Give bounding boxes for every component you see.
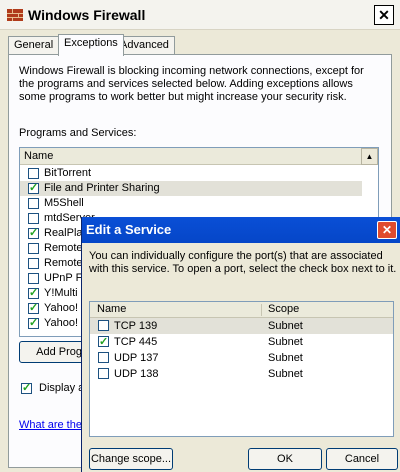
- ports-list-header: Name Scope: [90, 302, 393, 318]
- port-checkbox[interactable]: [98, 334, 109, 350]
- cancel-button[interactable]: Cancel: [326, 448, 398, 470]
- table-row[interactable]: TCP 139 Subnet: [90, 318, 393, 334]
- ports-list[interactable]: Name Scope TCP 139SubnetTCP 445SubnetUDP…: [89, 301, 394, 437]
- program-checkbox[interactable]: [28, 258, 39, 269]
- name-column-header[interactable]: Name: [20, 148, 362, 165]
- dialog-title-bar[interactable]: Edit a Service ✕: [82, 217, 400, 243]
- dialog-title: Edit a Service: [86, 222, 172, 237]
- program-checkbox[interactable]: [28, 226, 39, 241]
- column-divider[interactable]: [261, 304, 262, 316]
- program-checkbox[interactable]: [28, 181, 39, 196]
- port-name: TCP 445: [114, 336, 158, 348]
- port-scope: Subnet: [268, 368, 303, 380]
- display-notification-label: Display a: [39, 382, 85, 394]
- change-scope-button[interactable]: Change scope...: [89, 448, 173, 470]
- port-scope: Subnet: [268, 336, 303, 348]
- program-checkbox[interactable]: [28, 316, 39, 331]
- name-column-header[interactable]: Name: [97, 303, 126, 315]
- program-checkbox[interactable]: [28, 213, 39, 224]
- port-name: UDP 137: [114, 352, 159, 364]
- tab-general[interactable]: General: [8, 36, 60, 54]
- port-name: TCP 139: [114, 320, 158, 332]
- program-label: BitTorrent: [44, 167, 92, 179]
- port-scope: Subnet: [268, 352, 303, 364]
- program-label: File and Printer Sharing: [44, 182, 160, 194]
- program-checkbox[interactable]: [28, 198, 39, 209]
- ok-button[interactable]: OK: [248, 448, 322, 470]
- dialog-description: You can individually configure the port(…: [89, 250, 397, 275]
- port-checkbox[interactable]: [98, 320, 109, 331]
- program-checkbox[interactable]: [28, 273, 39, 284]
- port-checkbox[interactable]: [98, 368, 109, 379]
- tab-exceptions[interactable]: Exceptions: [58, 34, 124, 56]
- list-item[interactable]: M5Shell: [20, 196, 362, 211]
- intro-text: Windows Firewall is blocking incoming ne…: [19, 65, 364, 103]
- help-link[interactable]: What are the: [19, 419, 82, 431]
- program-label: UPnP Fr: [44, 272, 86, 284]
- list-item[interactable]: File and Printer Sharing: [20, 181, 362, 196]
- program-label: M5Shell: [44, 197, 84, 209]
- firewall-icon: [7, 9, 23, 21]
- program-checkbox[interactable]: [28, 168, 39, 179]
- program-checkbox[interactable]: [28, 243, 39, 254]
- port-rows: TCP 139SubnetTCP 445SubnetUDP 137SubnetU…: [90, 318, 393, 382]
- program-checkbox[interactable]: [28, 286, 39, 301]
- edit-service-dialog: Edit a Service ✕ You can individually co…: [81, 217, 400, 472]
- dialog-close-button[interactable]: ✕: [377, 221, 397, 239]
- display-notification-checkbox[interactable]: [21, 381, 32, 394]
- port-scope: Subnet: [268, 320, 303, 332]
- programs-services-label: Programs and Services:: [19, 127, 137, 139]
- scope-column-header[interactable]: Scope: [268, 303, 299, 315]
- window-title: Windows Firewall: [28, 7, 146, 23]
- program-label: Remote: [44, 257, 83, 269]
- table-row[interactable]: TCP 445 Subnet: [90, 334, 393, 350]
- port-name: UDP 138: [114, 368, 159, 380]
- list-item[interactable]: BitTorrent: [20, 166, 362, 181]
- scroll-up-icon[interactable]: ▲: [361, 148, 378, 165]
- program-checkbox[interactable]: [28, 301, 39, 316]
- windows-firewall-window: Windows Firewall ✕ General Exceptions Ad…: [0, 0, 400, 472]
- table-row[interactable]: UDP 138 Subnet: [90, 366, 393, 382]
- title-bar[interactable]: Windows Firewall ✕: [0, 0, 400, 30]
- port-checkbox[interactable]: [98, 352, 109, 363]
- close-icon: ✕: [381, 223, 393, 237]
- close-icon: ✕: [378, 7, 390, 23]
- close-button[interactable]: ✕: [374, 5, 394, 25]
- table-row[interactable]: UDP 137 Subnet: [90, 350, 393, 366]
